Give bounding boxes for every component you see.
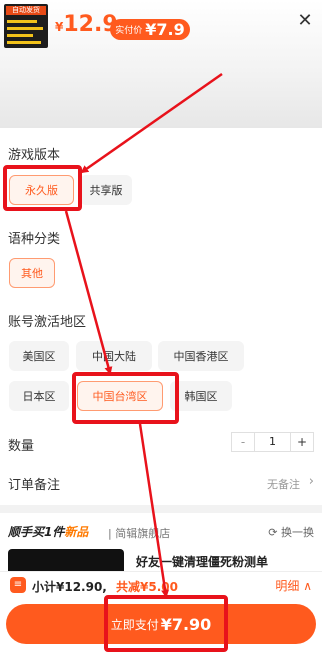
promo-shop-name: | 简辑旗舰店 (108, 527, 171, 540)
thumb-stripe (7, 34, 33, 37)
option-region-hongkong[interactable]: 中国香港区 (158, 341, 244, 371)
pay-now-button[interactable]: 立即支付 ¥7.90 (6, 604, 316, 644)
option-region-mainland[interactable]: 中国大陆 (76, 341, 152, 371)
order-summary-bar: ≡ 小计¥12.90, 共减¥5.00 明细 ∧ (0, 571, 322, 598)
discount-total: 共减¥5.00 (116, 580, 178, 594)
pay-button-label: 立即支付 (110, 617, 159, 632)
thumb-stripe (7, 20, 37, 23)
thumb-stripe (7, 27, 43, 30)
pay-price-badge: 实付价 ¥7.9 (110, 19, 190, 40)
original-price-value: 12.9 (63, 12, 118, 37)
pay-badge-label: 实付价 (115, 26, 143, 36)
refresh-icon: ⟳ (268, 526, 281, 539)
option-permanent-edition[interactable]: 永久版 (9, 175, 74, 205)
original-price: ¥12.9 (55, 12, 118, 37)
option-region-taiwan[interactable]: 中国台湾区 (77, 381, 163, 411)
region-title: 账号激活地区 (8, 315, 87, 330)
detail-toggle[interactable]: 明细 ∧ (275, 577, 312, 594)
quantity-stepper: - 1 + (231, 432, 314, 452)
cart-icon: ≡ (10, 577, 26, 593)
quantity-plus-button[interactable]: + (291, 433, 313, 451)
pay-button-value: ¥7.90 (160, 614, 212, 634)
product-thumbnail: 自动发货 (4, 4, 48, 48)
option-language-other[interactable]: 其他 (9, 258, 55, 288)
swap-button[interactable]: ⟳ 换一换 (268, 524, 314, 540)
close-icon[interactable]: ✕ (296, 12, 314, 30)
edition-title: 游戏版本 (8, 148, 61, 163)
promo-title-highlight: 新品 (64, 525, 89, 539)
option-region-us[interactable]: 美国区 (9, 341, 69, 371)
thumb-stripe (7, 41, 41, 44)
quantity-minus-button[interactable]: - (232, 433, 254, 451)
promo-title: 顺手买1件新品 (8, 523, 88, 540)
promo-item-text[interactable]: 好友一键清理僵死粉测单 (136, 553, 268, 570)
remark-value[interactable]: 无备注 (267, 476, 300, 492)
promo-title-prefix: 顺手买1件 (8, 525, 65, 539)
chevron-right-icon[interactable]: › (309, 474, 314, 489)
remark-label: 订单备注 (8, 478, 61, 493)
option-region-korea[interactable]: 韩国区 (170, 381, 232, 411)
option-shared-edition[interactable]: 共享版 (80, 175, 132, 205)
swap-label: 换一换 (281, 526, 314, 539)
pay-badge-value: ¥7.9 (145, 20, 185, 39)
language-title: 语种分类 (8, 232, 61, 247)
quantity-value[interactable]: 1 (254, 433, 291, 451)
thumb-tag: 自动发货 (6, 6, 46, 15)
option-region-japan[interactable]: 日本区 (9, 381, 69, 411)
subtotal: 小计¥12.90, (32, 580, 107, 594)
section-divider (0, 505, 322, 513)
quantity-label: 数量 (8, 439, 35, 454)
